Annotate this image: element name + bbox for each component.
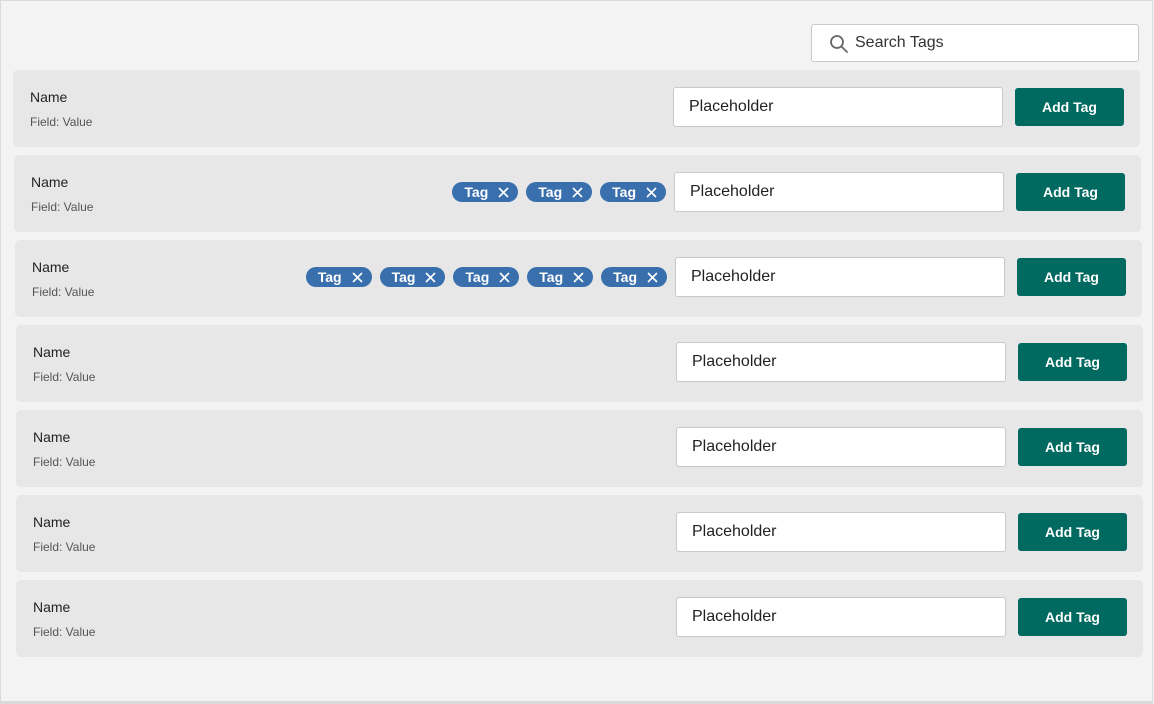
add-tag-button[interactable]: Add Tag <box>1017 258 1126 296</box>
tag-label: Tag <box>539 269 564 285</box>
tag-label: Tag <box>613 269 637 285</box>
tag-controls: Add Tag <box>673 87 1124 127</box>
record-field-value: Field: Value <box>33 455 96 469</box>
remove-tag-icon[interactable] <box>647 271 658 283</box>
tag-manager-panel: Name Field: Value Add Tag Name Field: Value T… <box>0 0 1153 704</box>
record-row: Name Field: Value Tag Tag Tag Tag Tag Add Tag <box>15 240 1142 317</box>
tag-chip[interactable]: Tag <box>527 267 594 287</box>
record-row: Name Field: Value Add Tag <box>16 410 1143 487</box>
add-tag-button[interactable]: Add Tag <box>1016 173 1125 211</box>
tag-input[interactable] <box>676 512 1006 552</box>
tag-controls: Add Tag <box>676 512 1127 552</box>
tag-input[interactable] <box>673 87 1003 127</box>
remove-tag-icon[interactable] <box>499 271 510 283</box>
record-row: Name Field: Value Tag Tag Tag Add Tag <box>14 155 1141 232</box>
record-row: Name Field: Value Add Tag <box>16 580 1143 657</box>
add-tag-button[interactable]: Add Tag <box>1018 598 1127 636</box>
record-row: Name Field: Value Add Tag <box>16 495 1143 572</box>
tag-controls: Tag Tag Tag Add Tag <box>444 172 1125 212</box>
record-row: Name Field: Value Add Tag <box>13 70 1140 147</box>
add-tag-button[interactable]: Add Tag <box>1018 428 1127 466</box>
record-field-value: Field: Value <box>33 625 96 639</box>
tag-input[interactable] <box>675 257 1005 297</box>
tag-list: Tag Tag Tag <box>444 182 666 202</box>
tag-input[interactable] <box>674 172 1004 212</box>
tag-controls: Add Tag <box>676 342 1127 382</box>
record-field-value: Field: Value <box>30 115 93 129</box>
search-box[interactable] <box>811 24 1139 62</box>
record-field-value: Field: Value <box>33 540 96 554</box>
tag-chip[interactable]: Tag <box>453 267 520 287</box>
search-input[interactable] <box>855 25 1125 61</box>
tag-label: Tag <box>538 184 563 200</box>
tag-chip[interactable]: Tag <box>379 267 446 287</box>
tag-label: Tag <box>464 184 489 200</box>
record-name: Name <box>30 89 68 105</box>
remove-tag-icon[interactable] <box>646 186 657 198</box>
tag-list: Tag Tag Tag Tag Tag <box>298 267 667 287</box>
record-field-value: Field: Value <box>33 370 96 384</box>
tag-label: Tag <box>391 269 416 285</box>
record-name: Name <box>31 174 69 190</box>
record-name: Name <box>33 514 71 530</box>
record-name: Name <box>33 599 71 615</box>
tag-label: Tag <box>317 269 342 285</box>
tag-chip[interactable]: Tag <box>526 182 593 202</box>
tag-controls: Add Tag <box>676 597 1127 637</box>
tag-controls: Tag Tag Tag Tag Tag Add Tag <box>298 257 1126 297</box>
tag-chip[interactable]: Tag <box>601 267 667 287</box>
tag-input[interactable] <box>676 597 1006 637</box>
remove-tag-icon[interactable] <box>425 271 436 283</box>
add-tag-button[interactable]: Add Tag <box>1018 513 1127 551</box>
search-icon <box>830 35 848 53</box>
remove-tag-icon[interactable] <box>572 186 583 198</box>
tag-chip[interactable]: Tag <box>452 182 519 202</box>
tag-input[interactable] <box>676 427 1006 467</box>
remove-tag-icon[interactable] <box>351 271 363 283</box>
record-name: Name <box>33 429 71 445</box>
record-field-value: Field: Value <box>31 200 94 214</box>
tag-controls: Add Tag <box>676 427 1127 467</box>
add-tag-button[interactable]: Add Tag <box>1018 343 1127 381</box>
tag-chip[interactable]: Tag <box>305 267 372 287</box>
record-row: Name Field: Value Add Tag <box>16 325 1143 402</box>
tag-input[interactable] <box>676 342 1006 382</box>
remove-tag-icon[interactable] <box>573 271 584 283</box>
record-field-value: Field: Value <box>32 285 95 299</box>
remove-tag-icon[interactable] <box>498 186 509 198</box>
record-name: Name <box>33 344 71 360</box>
record-name: Name <box>32 259 70 275</box>
add-tag-button[interactable]: Add Tag <box>1015 88 1124 126</box>
tag-label: Tag <box>465 269 490 285</box>
tag-chip[interactable]: Tag <box>600 182 666 202</box>
tag-label: Tag <box>612 184 636 200</box>
